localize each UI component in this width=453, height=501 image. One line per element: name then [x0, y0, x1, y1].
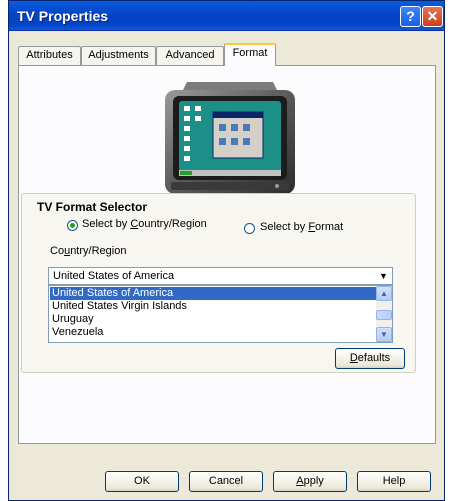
ok-button[interactable]: OK	[105, 471, 179, 492]
combo-value: United States of America	[53, 270, 175, 282]
list-item[interactable]: Uruguay	[50, 313, 378, 326]
tab-format[interactable]: Format	[224, 43, 276, 66]
radio-country-region-label[interactable]: Select by Country/Region	[82, 218, 207, 230]
apply-button[interactable]: Apply	[273, 471, 347, 492]
chevron-down-icon[interactable]: ▼	[376, 269, 391, 283]
chevron-down-icon[interactable]: ▼	[376, 327, 392, 342]
tab-adjustments[interactable]: Adjustments	[81, 46, 156, 65]
country-dropdown-list[interactable]: United States of America United States V…	[48, 285, 393, 343]
chevron-up-icon[interactable]: ▲	[376, 286, 392, 301]
list-scrollbar[interactable]: ▲ ▼	[376, 286, 392, 342]
list-item[interactable]: United States Virgin Islands	[50, 300, 378, 313]
close-icon[interactable]: ✕	[422, 6, 443, 27]
group-title: TV Format Selector	[37, 200, 148, 214]
window-title: TV Properties	[17, 8, 109, 24]
help-icon[interactable]: ?	[400, 6, 421, 27]
scrollbar-thumb[interactable]	[376, 310, 392, 320]
country-region-combobox[interactable]: United States of America ▼	[48, 267, 393, 285]
radio-format-label[interactable]: Select by Format	[260, 221, 343, 233]
tv-properties-window: TV Properties ? ✕ Attributes Adjustments…	[8, 0, 445, 501]
tv-image	[165, 82, 295, 202]
list-item[interactable]: Venezuela	[50, 326, 378, 339]
list-item[interactable]: United States of America	[50, 287, 378, 300]
radio-country-region[interactable]	[67, 220, 78, 231]
defaults-button[interactable]: Defaults	[335, 348, 405, 369]
tab-attributes[interactable]: Attributes	[18, 46, 81, 65]
title-bar[interactable]: TV Properties ? ✕	[9, 1, 444, 31]
help-button[interactable]: Help	[357, 471, 431, 492]
tab-advanced[interactable]: Advanced	[156, 46, 224, 65]
cancel-button[interactable]: Cancel	[189, 471, 263, 492]
radio-format[interactable]	[244, 223, 255, 234]
country-region-label: Country/Region	[50, 245, 127, 257]
